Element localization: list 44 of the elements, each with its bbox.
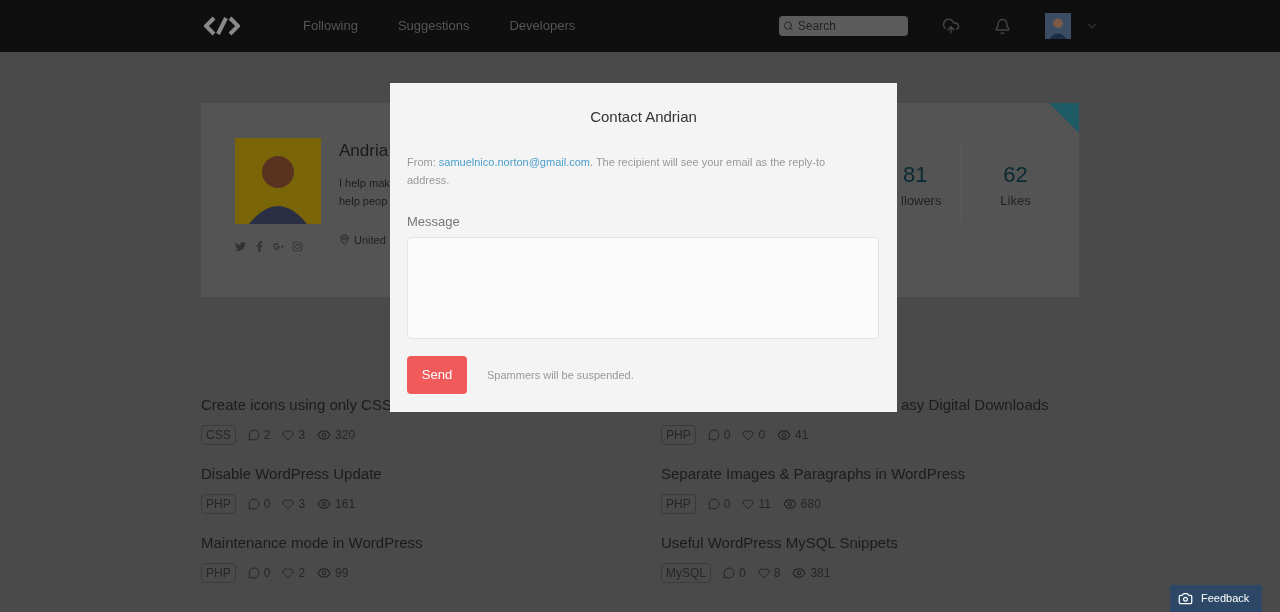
sender-note: From: samuelnico.norton@gmail.com. The recipient will see your email as the reply-to address. [407,154,827,188]
search-input[interactable]: Search [797,17,905,35]
notifications-icon[interactable] [994,17,1012,35]
search-icon [783,20,794,32]
comment-icon [247,566,260,579]
search-field[interactable]: Search [779,16,909,36]
send-button[interactable]: Send [407,356,467,394]
eye-icon [777,427,792,442]
eye-icon [317,496,332,511]
eye-icon [782,496,797,511]
stat-value: 81 [903,161,928,189]
email-link[interactable]: samuelnico.norton@gmail.com [438,155,590,168]
user-avatar [1045,13,1072,39]
feedback-button[interactable]: Feedback [1170,585,1262,612]
comment-icon [247,497,260,510]
stat-value: 62 [1003,161,1028,189]
heart-icon [282,497,295,510]
comment-icon [707,428,720,441]
eye-icon [792,565,807,580]
comment-icon [723,566,735,579]
heart-icon [282,566,295,579]
logo-icon[interactable] [204,16,240,36]
eye-icon [317,427,332,442]
nav-link[interactable]: Suggestions [397,16,470,36]
nav-link[interactable]: Following [303,16,358,36]
instagram-icon[interactable] [292,241,303,252]
google-plus-icon[interactable] [273,241,284,252]
facebook-icon[interactable] [254,241,265,252]
heart-icon [742,428,755,441]
location-pin-icon [339,234,350,246]
heart-icon [742,497,755,510]
heart-icon [282,428,295,441]
camera-icon [1178,591,1193,606]
spam-warning: Spammers will be suspended. [487,367,634,383]
nav-link[interactable]: Developers [509,16,576,36]
twitter-icon[interactable] [235,241,246,252]
heart-icon [757,566,770,579]
cloud-upload-icon[interactable] [942,17,961,35]
comment-icon [247,428,260,441]
message-label: Message [407,212,461,231]
eye-icon [317,565,332,580]
profile-name: Andria [339,140,390,162]
comment-icon [707,497,720,510]
dialog-title: Contact Andrian [589,107,698,127]
